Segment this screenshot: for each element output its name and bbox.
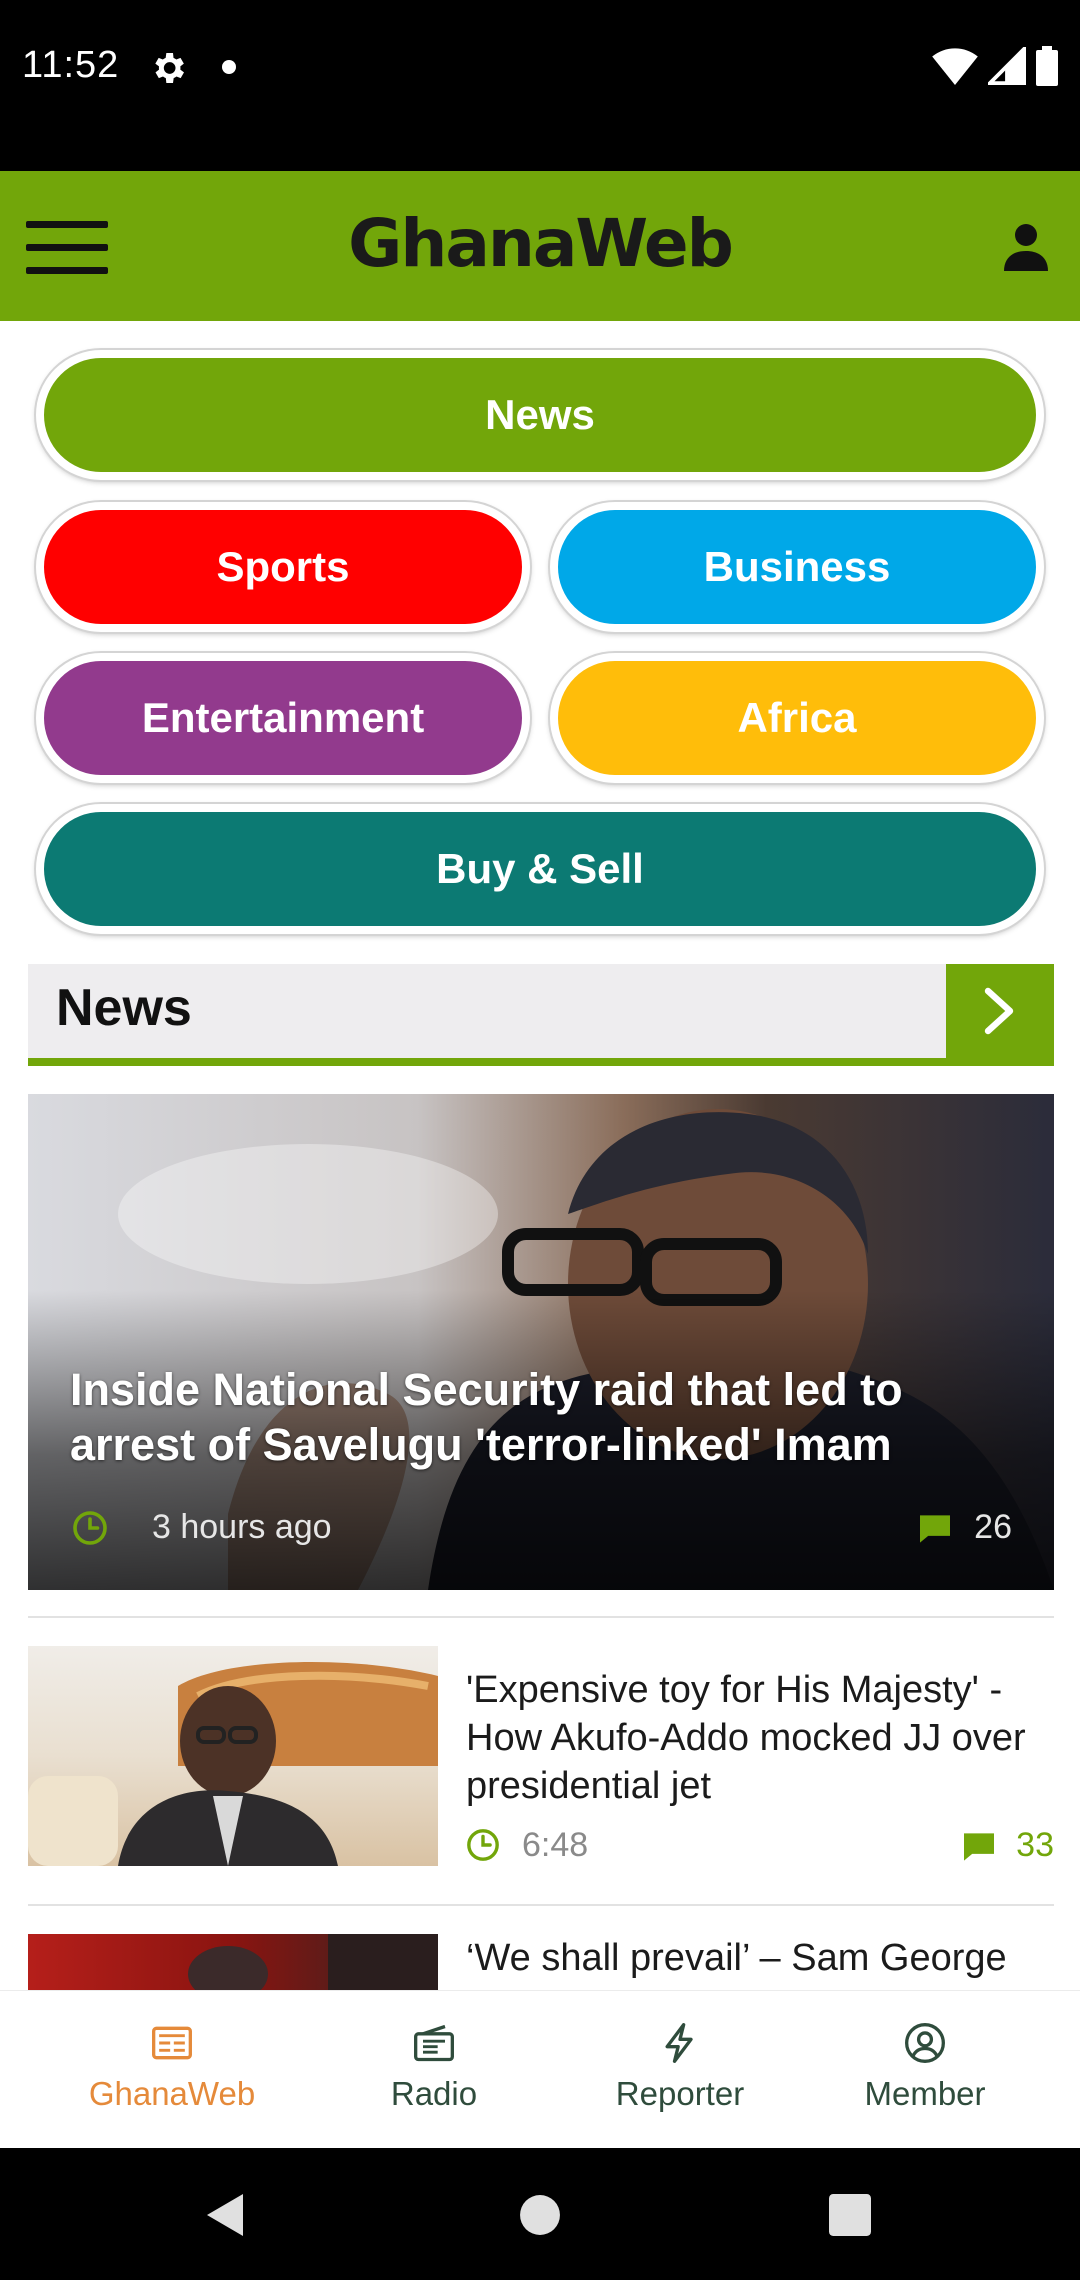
notification-dot-icon [222, 60, 236, 74]
list-item[interactable]: ‘We shall prevail’ – Sam George [28, 1934, 1054, 1990]
newspaper-icon [152, 2026, 192, 2060]
hero-comment-count[interactable]: 26 [918, 1508, 1012, 1547]
nav-label: GhanaWeb [88, 2075, 256, 2112]
app-logo-title: GhanaWeb [348, 205, 734, 282]
signal-icon [988, 47, 1026, 85]
nav-item-reporter[interactable]: Reporter [545, 1991, 815, 2149]
account-icon[interactable] [1004, 223, 1048, 271]
home-circle-icon[interactable] [519, 2194, 561, 2236]
article-comment-count-value: 33 [1016, 1826, 1054, 1864]
status-bar: 11:52 [0, 0, 1080, 171]
nav-item-radio[interactable]: Radio [299, 1991, 569, 2149]
article-thumbnail-image [28, 1662, 438, 1866]
settings-gear-icon [155, 53, 184, 83]
category-sports-button[interactable]: Sports [36, 502, 530, 632]
divider [28, 1616, 1054, 1618]
comment-icon [920, 1515, 951, 1543]
section-title: News [56, 979, 192, 1037]
category-news-button[interactable]: News [36, 350, 1044, 480]
article-comment-count[interactable]: 33 [962, 1826, 1054, 1865]
news-section-header: News [28, 964, 1054, 1066]
hero-article-time: 3 hours ago [152, 1508, 332, 1546]
battery-icon [1036, 46, 1058, 86]
category-business-button[interactable]: Business [550, 502, 1044, 632]
radio-icon [414, 2024, 454, 2062]
hero-article-title[interactable]: Inside National Security raid that led t… [70, 1362, 1020, 1472]
wifi-icon [932, 48, 978, 85]
hero-comment-count-value: 26 [974, 1508, 1012, 1546]
hero-article-meta: 3 hours ago 26 [72, 1506, 1012, 1550]
article-meta: 6:48 33 [466, 1824, 1054, 1868]
nav-label: Member [864, 2075, 986, 2112]
section-more-button[interactable] [946, 964, 1054, 1058]
article-title[interactable]: ‘We shall prevail’ – Sam George [466, 1934, 1054, 1982]
nav-label: Reporter [615, 2075, 745, 2112]
system-navigation-bar [0, 2148, 1080, 2280]
bottom-navigation: GhanaWeb Radio Reporter Member [0, 1990, 1080, 2148]
hero-article-card[interactable]: Inside National Security raid that led t… [28, 1094, 1054, 1590]
article-time: 6:48 [522, 1826, 589, 1864]
article-thumbnail [28, 1646, 438, 1866]
list-item[interactable]: 'Expensive toy for His Majesty' - How Ak… [28, 1646, 1054, 1866]
lightning-icon [665, 2023, 693, 2063]
status-time: 11:52 [22, 44, 120, 86]
article-thumbnail-image [188, 1934, 438, 1990]
user-circle-icon [905, 2023, 945, 2063]
category-africa-button[interactable]: Africa [550, 653, 1044, 783]
category-entertainment-button[interactable]: Entertainment [36, 653, 530, 783]
nav-item-member[interactable]: Member [790, 1991, 1060, 2149]
recents-square-icon[interactable] [829, 2194, 871, 2236]
comment-icon [964, 1833, 995, 1861]
category-buy-sell-button[interactable]: Buy & Sell [36, 804, 1044, 934]
clock-icon [73, 1511, 107, 1545]
app-bar: GhanaWeb [0, 171, 1080, 321]
back-triangle-icon[interactable] [205, 2192, 245, 2238]
chevron-right-icon [984, 987, 1014, 1035]
clock-icon [467, 1829, 499, 1861]
article-title[interactable]: 'Expensive toy for His Majesty' - How Ak… [466, 1666, 1056, 1810]
nav-item-ghanaweb[interactable]: GhanaWeb [37, 1991, 307, 2149]
article-thumbnail [28, 1934, 438, 1990]
nav-label: Radio [390, 2075, 478, 2112]
divider [28, 1904, 1054, 1906]
